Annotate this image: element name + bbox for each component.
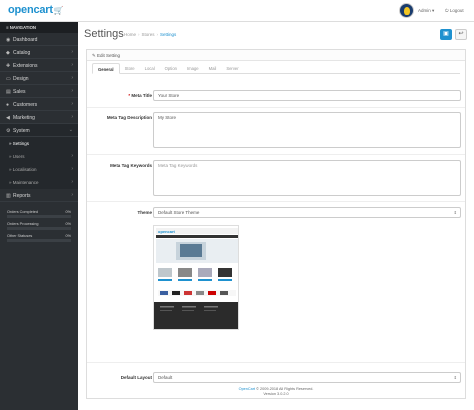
progress-bar-processing	[7, 227, 71, 230]
breadcrumb-separator: ›	[156, 32, 159, 37]
page-title: Settings	[84, 28, 124, 40]
chevron-right-icon: ›	[71, 114, 73, 120]
row-divider	[87, 362, 465, 363]
select-arrow-icon: ⇕	[453, 375, 457, 380]
footer-opencart-link[interactable]: OpenCart	[239, 387, 255, 391]
sidebar-item-dashboard[interactable]: ◉ Dashboard	[0, 33, 78, 46]
sidebar-subitem-maintenance[interactable]: » Maintenance ›	[0, 176, 78, 189]
meta-keywords-label: Meta Tag Keywords	[110, 163, 152, 168]
breadcrumb-home[interactable]: Home	[124, 32, 136, 37]
sidebar-item-system[interactable]: ⚙ System ⌄	[0, 124, 78, 137]
footer-version: Version 3.0.2.0	[263, 392, 289, 396]
tab-general[interactable]: General	[92, 63, 120, 74]
chevron-right-icon: ›	[71, 179, 73, 185]
main-content: Settings Home › Stores › Settings ▣ ↩ ✎ Edit…	[78, 22, 474, 410]
chevron-right-icon: ›	[71, 153, 73, 159]
chevron-right-icon: ›	[71, 62, 73, 68]
gear-icon: ⚙	[6, 128, 11, 134]
tab-mail[interactable]: Mail	[204, 63, 222, 74]
settings-tabs: General Store Local Option Image Mail Se…	[92, 63, 460, 74]
bar-chart-icon: ▥	[6, 193, 11, 199]
puzzle-icon: ✚	[6, 63, 11, 69]
tab-option[interactable]: Option	[160, 63, 182, 74]
progress-bar-completed	[7, 215, 71, 218]
order-progress: Orders Completed 0% Orders Processing 0% O…	[0, 202, 78, 242]
chevron-right-icon: ›	[71, 101, 73, 107]
row-divider	[87, 201, 465, 202]
sidebar-subitem-localisation[interactable]: » Localisation ›	[0, 163, 78, 176]
row-divider	[87, 154, 465, 155]
panel-heading: ✎ Edit Setting	[87, 50, 465, 61]
dashboard-icon: ◉	[6, 37, 11, 43]
default-layout-select[interactable]: Default ⇕	[153, 372, 461, 383]
breadcrumb-separator: ›	[138, 32, 140, 37]
user-icon: ●	[6, 102, 10, 108]
top-header: opencart🛒 Admin ▾ ⏻ Logout	[0, 0, 474, 22]
row-divider	[87, 107, 465, 108]
breadcrumb-settings[interactable]: Settings	[160, 32, 176, 37]
progress-row: Orders Completed 0%	[7, 210, 71, 214]
nav-title: ≡ NAVIGATION	[0, 22, 78, 33]
sidebar: ≡ NAVIGATION ◉ Dashboard ◆ Catalog › ✚ Exten…	[0, 22, 78, 410]
opencart-logo[interactable]: opencart🛒	[8, 4, 64, 16]
edit-setting-panel: ✎ Edit Setting General Store Local Optio…	[86, 49, 466, 399]
progress-row: Other Statuses 0%	[7, 234, 71, 238]
meta-keywords-textarea[interactable]: Meta Tag Keywords	[153, 160, 461, 196]
sidebar-item-reports[interactable]: ▥ Reports ›	[0, 189, 78, 202]
chevron-right-icon: ›	[71, 49, 73, 55]
progress-bar-other	[7, 239, 71, 242]
svg-text:opencart: opencart	[158, 229, 176, 234]
sidebar-item-marketing[interactable]: ◀ Marketing ›	[0, 111, 78, 124]
tab-image[interactable]: Image	[182, 63, 204, 74]
meta-title-input[interactable]: Your Store	[153, 90, 461, 101]
chevron-right-icon: ›	[71, 166, 73, 172]
sidebar-item-design[interactable]: ▭ Design ›	[0, 72, 78, 85]
meta-description-textarea[interactable]: My Store	[153, 112, 461, 148]
chevron-right-icon: ›	[71, 75, 73, 81]
back-button[interactable]: ↩	[455, 29, 467, 40]
tab-server[interactable]: Server	[221, 63, 243, 74]
progress-row: Orders Processing 0%	[7, 222, 71, 226]
tab-store[interactable]: Store	[120, 63, 140, 74]
sidebar-item-sales[interactable]: ▤ Sales ›	[0, 85, 78, 98]
user-menu-dropdown[interactable]: Admin ▾	[418, 8, 434, 14]
avatar[interactable]	[399, 3, 414, 18]
select-arrow-icon: ⇕	[453, 210, 457, 215]
sidebar-subitem-users[interactable]: » Users ›	[0, 150, 78, 163]
page-header: Settings Home › Stores › Settings ▣ ↩	[78, 22, 474, 49]
theme-preview-graphic: opencart	[154, 226, 238, 329]
sidebar-item-extensions[interactable]: ✚ Extensions ›	[0, 59, 78, 72]
tag-icon: ◆	[6, 50, 10, 56]
logo-cart-icon: 🛒	[53, 6, 64, 15]
meta-description-label: Meta Tag Description	[106, 115, 152, 120]
sidebar-subitem-settings[interactable]: » Settings	[0, 137, 78, 150]
breadcrumb: Home › Stores › Settings	[124, 32, 176, 37]
theme-select[interactable]: Default Store Theme ⇕	[153, 207, 461, 218]
chevron-right-icon: ›	[71, 88, 73, 94]
default-layout-label: Default Layout	[120, 375, 152, 380]
meta-title-label: * Meta Title	[128, 93, 152, 98]
reply-icon: ↩	[458, 31, 464, 37]
save-button[interactable]: ▣	[440, 29, 452, 40]
page-footer: OpenCart © 2009-2018 All Rights Reserved…	[78, 387, 474, 397]
monitor-icon: ▭	[6, 76, 11, 82]
logout-link[interactable]: ⏻ Logout	[445, 8, 464, 13]
save-icon: ▣	[443, 31, 449, 37]
share-icon: ◀	[6, 115, 10, 121]
chevron-down-icon: ⌄	[68, 127, 73, 133]
tab-local[interactable]: Local	[140, 63, 160, 74]
breadcrumb-stores[interactable]: Stores	[142, 32, 155, 37]
chevron-right-icon: ›	[71, 192, 73, 198]
cart-icon: ▤	[6, 89, 11, 95]
theme-preview-image: opencart	[153, 225, 239, 330]
sidebar-item-catalog[interactable]: ◆ Catalog ›	[0, 46, 78, 59]
theme-label: Theme	[137, 210, 152, 215]
sidebar-item-customers[interactable]: ● Customers ›	[0, 98, 78, 111]
